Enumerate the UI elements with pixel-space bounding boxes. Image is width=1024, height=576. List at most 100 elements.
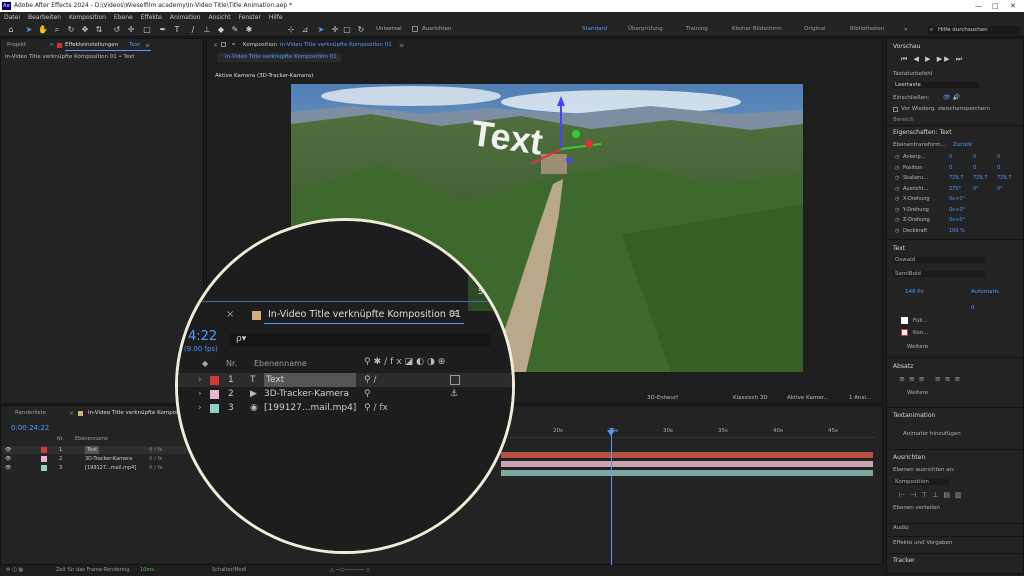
expand-chevron-icon[interactable]: › [198, 387, 202, 401]
draft-3d-toggle[interactable]: 3D-Entwurf [647, 395, 678, 401]
property-row[interactable]: ◷ Ausricht... 270° 0° 0° [893, 185, 1023, 194]
minimize-icon[interactable]: — [975, 0, 982, 12]
magnified-layer-color[interactable] [210, 376, 219, 385]
include-video-icon[interactable]: 👁 🔊 [943, 94, 960, 101]
leading-value[interactable]: 0 [971, 305, 975, 311]
3d-layer-box[interactable] [450, 375, 460, 385]
track-video[interactable] [501, 470, 873, 476]
property-row[interactable]: ◷ Skalieru... 729,7 729,7 729,7 [893, 174, 1023, 183]
magnified-menu-icon[interactable]: ≡ [450, 307, 459, 320]
cache-checkbox[interactable] [893, 107, 898, 112]
magnified-layer-row[interactable]: › 3 ◉ [199127...mail.mp4] ⚲ ∕ fx [178, 401, 512, 415]
magnified-layer-name[interactable]: Text [264, 373, 356, 387]
world-axis-icon[interactable]: ⊿ [300, 25, 310, 35]
track-text[interactable] [501, 452, 873, 458]
menu-bearbeiten[interactable]: Bearbeiten [24, 12, 65, 23]
fill-color-swatch[interactable] [901, 317, 908, 324]
panel-menu-icon[interactable]: ≡ [145, 42, 150, 49]
magnified-layer-color[interactable] [210, 404, 219, 413]
font-family-select[interactable]: Oswald [893, 257, 985, 263]
tracker-panel[interactable]: Tracker [893, 557, 915, 564]
stopwatch-icon[interactable]: ◷ [895, 185, 899, 194]
dolly-tool-icon[interactable]: ⇅ [94, 25, 104, 35]
property-value-3[interactable]: 0 [997, 153, 1000, 162]
preview-heading[interactable]: Vorschau [893, 43, 920, 50]
shortcut-select[interactable]: Leertaste [893, 82, 979, 88]
roto-tool-icon[interactable]: ✎ [230, 25, 240, 35]
align-checkbox[interactable] [412, 26, 418, 32]
property-row[interactable]: ◷ Deckkraft 100 % [893, 227, 1023, 236]
brush-tool-icon[interactable]: ∕ [188, 25, 198, 35]
scale-icon[interactable]: ▢ [342, 25, 352, 35]
menu-ebene[interactable]: Ebene [110, 12, 137, 23]
comp-tab-name[interactable]: In-Video Title verknüpfte Komposition 01 [280, 42, 392, 48]
clone-tool-icon[interactable]: ⊥ [202, 25, 212, 35]
property-value-3[interactable]: 729,7 [997, 174, 1011, 183]
renderer-select[interactable]: Klassisch 3D [733, 395, 768, 401]
rotate-3d-icon[interactable]: ↻ [356, 25, 366, 35]
comp-lock-icon[interactable] [221, 42, 226, 47]
tab-close-icon[interactable]: × [69, 410, 74, 417]
magnified-layer-row[interactable]: › 2 ▶ 3D-Tracker-Kamera ⚲ ⚓ [178, 387, 512, 401]
layer-label-color[interactable] [41, 456, 47, 462]
local-axis-icon[interactable]: ⊹ [286, 25, 296, 35]
expand-chevron-icon[interactable]: › [198, 373, 202, 387]
stopwatch-icon[interactable]: ◷ [895, 195, 899, 204]
tab-render-queue[interactable]: Renderliste [15, 410, 46, 416]
visibility-icon[interactable]: 👁 [5, 455, 11, 463]
property-value-2[interactable]: 0° [973, 185, 979, 194]
home-icon[interactable]: ⌂ [6, 25, 16, 35]
magnified-layer-color[interactable] [210, 390, 219, 399]
magnified-layer-switches[interactable]: ⚲ ∕ [364, 373, 377, 387]
layer-switches[interactable]: ⚲ ∕ fx [149, 446, 162, 454]
property-value-1[interactable]: 100 % [949, 227, 965, 236]
property-row[interactable]: ◷ Ankerp... 0 0 0 [893, 153, 1023, 162]
font-size-field[interactable]: 148 Px [905, 289, 924, 295]
view-axis-icon[interactable]: ➤ [316, 25, 326, 35]
property-value-1[interactable]: 729,7 [949, 174, 963, 183]
property-row[interactable]: ◷ X-Drehung 0x+0° [893, 195, 1023, 204]
menu-ansicht[interactable]: Ansicht [204, 12, 234, 23]
magnified-layer-row[interactable]: › 1 T Text ⚲ ∕ [178, 373, 512, 387]
property-value-2[interactable]: 0 [973, 153, 976, 162]
magnified-layer-name[interactable]: 3D-Tracker-Kamera [264, 387, 349, 401]
font-style-select[interactable]: SemiBold [893, 271, 985, 277]
tracking-value[interactable]: Automatis [971, 289, 999, 295]
menu-fenster[interactable]: Fenster [235, 12, 265, 23]
layer-switches[interactable]: ⚲ ∕ fx [149, 464, 162, 472]
menu-effekte[interactable]: Effekte [137, 12, 166, 23]
property-row[interactable]: ◷ Z-Drehung 0x+0° [893, 216, 1023, 225]
timeline-timecode[interactable]: 0:00:24:22 [11, 424, 49, 432]
audio-panel[interactable]: Audio [893, 525, 909, 531]
pan-tool-icon[interactable]: ✥ [80, 25, 90, 35]
workspace-small-screen[interactable]: Kleiner Bildschirm [732, 26, 782, 32]
property-value-1[interactable]: 0 [949, 153, 952, 162]
align-buttons[interactable]: ⊢⊣⊤⊥▤▥ [899, 491, 967, 499]
stroke-color-swatch[interactable] [901, 329, 908, 336]
switches-modes-toggle[interactable]: Schalter/Modi [212, 565, 246, 576]
property-value-1[interactable]: 0x+0° [949, 195, 965, 204]
layer-switches[interactable]: ⚲ ∕ fx [149, 455, 162, 463]
menu-datei[interactable]: Datei [0, 12, 24, 23]
paragraph-align-icons[interactable]: ≡≡≡ ≡≡≡ [899, 375, 964, 383]
maximize-icon[interactable]: □ [992, 0, 999, 12]
expand-chevron-icon[interactable]: › [198, 401, 202, 415]
property-row[interactable]: ◷ Position 0 0 0 [893, 164, 1023, 173]
close-tab-icon[interactable]: × [49, 42, 54, 48]
comp-panel-menu-icon[interactable]: ≡ [399, 42, 404, 49]
active-camera-select[interactable]: Aktive Kamer... [787, 395, 829, 401]
move-icon[interactable]: ✛ [330, 25, 340, 35]
stopwatch-icon[interactable]: ◷ [895, 174, 899, 183]
hand-tool-icon[interactable]: ✋ [38, 25, 48, 35]
pen-tool-icon[interactable]: ✒ [158, 25, 168, 35]
reset-link[interactable]: Zurück [953, 142, 972, 148]
orbit-tool-icon[interactable]: ↻ [66, 25, 76, 35]
axis-mode[interactable]: Universal [376, 26, 402, 32]
workspace-standard[interactable]: Standard [582, 26, 607, 32]
workspace-original[interactable]: Original [804, 26, 826, 32]
type-tool-icon[interactable]: T [172, 25, 182, 35]
magnified-search-input[interactable]: ρ▾ [230, 333, 490, 347]
menu-komposition[interactable]: Komposition [65, 12, 110, 23]
stopwatch-icon[interactable]: ◷ [895, 153, 899, 162]
align-to-select[interactable]: Komposition [893, 479, 949, 485]
